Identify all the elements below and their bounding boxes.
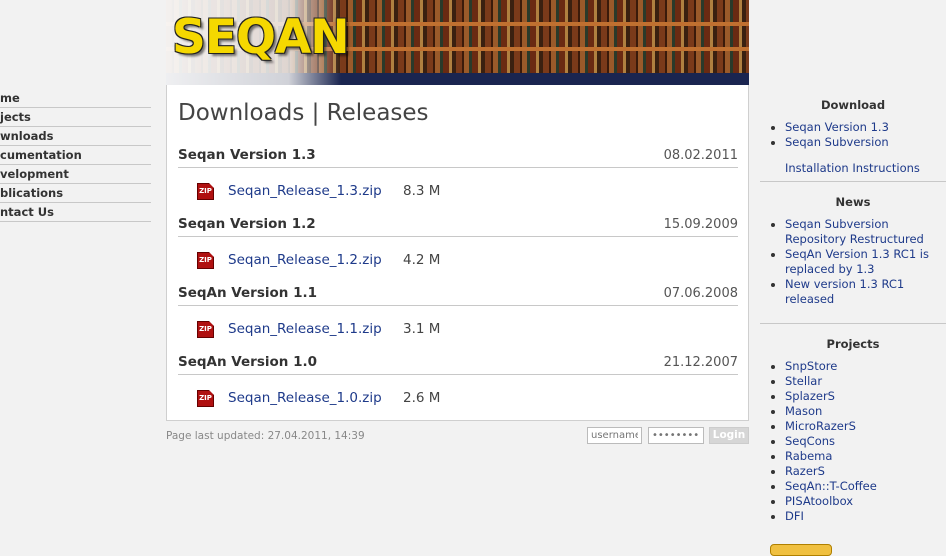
nav-item-contact[interactable]: ntact Us bbox=[0, 203, 151, 222]
section-title: News bbox=[835, 195, 871, 209]
release-name: Seqan Version 1.3 bbox=[178, 147, 316, 163]
file-size: 3.1 M bbox=[403, 321, 441, 337]
nav-item-label: velopment bbox=[0, 167, 69, 181]
news-link[interactable]: Seqan Subversion Repository Restructured bbox=[760, 217, 946, 247]
project-link[interactable]: Rabema bbox=[760, 449, 946, 464]
username-input[interactable] bbox=[587, 427, 642, 444]
zip-icon: ZIP bbox=[197, 390, 214, 407]
header-banner: SEQAN bbox=[166, 0, 749, 85]
download-link[interactable]: Seqan_Release_1.3.zip bbox=[228, 183, 382, 199]
project-link[interactable]: DFI bbox=[760, 509, 946, 524]
password-input[interactable] bbox=[648, 427, 704, 444]
nav-item-label: ntact Us bbox=[0, 205, 54, 219]
logo-area[interactable]: SEQAN bbox=[166, 0, 350, 85]
file-size: 2.6 M bbox=[403, 390, 441, 406]
main-content: Downloads | Releases Seqan Version 1.3 0… bbox=[166, 85, 749, 421]
zip-icon: ZIP bbox=[197, 252, 214, 269]
nav-item-label: wnloads bbox=[0, 129, 54, 143]
file-size: 4.2 M bbox=[403, 252, 441, 268]
release-name: Seqan Version 1.2 bbox=[178, 216, 316, 232]
project-link[interactable]: Mason bbox=[760, 404, 946, 419]
nav-item-documentation[interactable]: cumentation bbox=[0, 146, 151, 165]
nav-item-downloads[interactable]: wnloads bbox=[0, 127, 151, 146]
project-link[interactable]: RazerS bbox=[760, 464, 946, 479]
zip-icon: ZIP bbox=[197, 321, 214, 338]
paypal-badge[interactable] bbox=[770, 544, 832, 556]
section-divider bbox=[760, 323, 946, 324]
project-link[interactable]: MicroRazerS bbox=[760, 419, 946, 434]
section-divider bbox=[760, 181, 946, 182]
news-list: Seqan Subversion Repository Restructured… bbox=[760, 217, 946, 307]
download-link[interactable]: Seqan_Release_1.1.zip bbox=[228, 321, 382, 337]
release-date: 21.12.2007 bbox=[663, 355, 738, 370]
project-link[interactable]: SeqAn::T-Coffee bbox=[760, 479, 946, 494]
project-link[interactable]: SplazerS bbox=[760, 389, 946, 404]
project-link[interactable]: PISAtoolbox bbox=[760, 494, 946, 509]
release-header: SeqAn Version 1.1 07.06.2008 bbox=[178, 285, 738, 306]
release-name: SeqAn Version 1.0 bbox=[178, 354, 317, 370]
release-header: SeqAn Version 1.0 21.12.2007 bbox=[178, 354, 738, 375]
login-button[interactable]: Login bbox=[709, 427, 749, 444]
news-link[interactable]: New version 1.3 RC1 released bbox=[760, 277, 946, 307]
news-link[interactable]: SeqAn Version 1.3 RC1 is replaced by 1.3 bbox=[760, 247, 946, 277]
nav-item-development[interactable]: velopment bbox=[0, 165, 151, 184]
nav-item-label: blications bbox=[0, 186, 64, 200]
nav-item-publications[interactable]: blications bbox=[0, 184, 151, 203]
release-header: Seqan Version 1.3 08.02.2011 bbox=[178, 147, 738, 168]
release-date: 07.06.2008 bbox=[663, 286, 738, 301]
nav-item-projects[interactable]: jects bbox=[0, 108, 151, 127]
projects-list: SnpStore Stellar SplazerS Mason MicroRaz… bbox=[760, 359, 946, 524]
installation-instructions-link[interactable]: Installation Instructions bbox=[785, 161, 920, 175]
project-link[interactable]: Stellar bbox=[760, 374, 946, 389]
release-date: 08.02.2011 bbox=[663, 148, 738, 163]
project-link[interactable]: SnpStore bbox=[760, 359, 946, 374]
sidebar-link[interactable]: Seqan Version 1.3 bbox=[760, 120, 946, 135]
left-navigation: me jects wnloads cumentation velopment b… bbox=[0, 89, 151, 222]
project-link[interactable]: SeqCons bbox=[760, 434, 946, 449]
nav-item-label: cumentation bbox=[0, 148, 82, 162]
nav-item-label: jects bbox=[0, 110, 31, 124]
nav-item-home[interactable]: me bbox=[0, 89, 151, 108]
download-list: Seqan Version 1.3 Seqan Subversion bbox=[760, 120, 946, 150]
page-title: Downloads | Releases bbox=[178, 100, 429, 126]
release-date: 15.09.2009 bbox=[663, 217, 738, 232]
sidebar-link[interactable]: Seqan Subversion bbox=[760, 135, 946, 150]
nav-item-label: me bbox=[0, 91, 20, 105]
download-link[interactable]: Seqan_Release_1.0.zip bbox=[228, 390, 382, 406]
seqan-logo: SEQAN bbox=[172, 10, 350, 65]
release-name: SeqAn Version 1.1 bbox=[178, 285, 317, 301]
download-link[interactable]: Seqan_Release_1.2.zip bbox=[228, 252, 382, 268]
last-updated-text: Page last updated: 27.04.2011, 14:39 bbox=[166, 430, 365, 442]
section-title: Download bbox=[820, 98, 886, 112]
file-size: 8.3 M bbox=[403, 183, 441, 199]
zip-icon: ZIP bbox=[197, 183, 214, 200]
release-header: Seqan Version 1.2 15.09.2009 bbox=[178, 216, 738, 237]
section-title: Projects bbox=[826, 337, 880, 351]
